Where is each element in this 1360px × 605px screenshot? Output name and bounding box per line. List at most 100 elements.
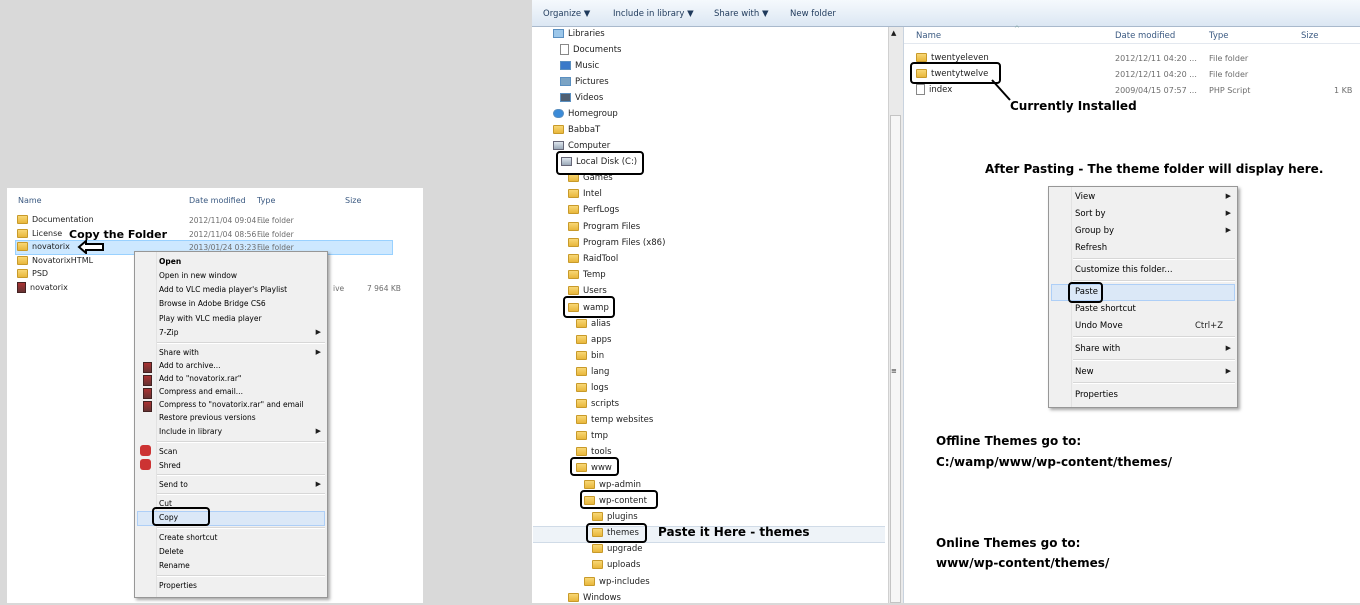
menu-customize-folder[interactable]: Customize this folder... xyxy=(1075,265,1173,275)
folder-icon xyxy=(592,544,603,553)
menu-add-rar[interactable]: Add to "novatorix.rar" xyxy=(159,374,241,383)
folder-icon xyxy=(916,53,927,62)
nav-folder-lang[interactable]: lang xyxy=(576,365,609,379)
antivirus-shred-icon xyxy=(140,459,151,470)
share-with-button[interactable]: Share with ▼ xyxy=(714,9,769,19)
wp-content-highlight-box xyxy=(580,490,658,509)
user-folder-icon xyxy=(553,125,564,134)
nav-folder-apps[interactable]: apps xyxy=(576,333,611,347)
menu-share-with[interactable]: Share with xyxy=(159,348,199,357)
menu-open[interactable]: Open xyxy=(159,257,181,266)
sort-arrow-icon: ^ xyxy=(1014,25,1020,33)
nav-user-babbat[interactable]: BabbaT xyxy=(553,123,600,137)
nav-folder-raidtool[interactable]: RaidTool xyxy=(568,252,618,266)
submenu-arrow-icon: ▶ xyxy=(315,427,321,435)
nav-pictures[interactable]: Pictures xyxy=(560,75,609,89)
menu-vlc-playlist[interactable]: Add to VLC media player's Playlist xyxy=(159,285,287,294)
wamp-highlight-box xyxy=(563,296,615,318)
nav-folder-alias[interactable]: alias xyxy=(576,317,611,331)
nav-libraries[interactable]: Libraries xyxy=(553,27,605,41)
folder-icon xyxy=(576,415,587,424)
column-size[interactable]: Size xyxy=(345,196,361,205)
menu-create-shortcut[interactable]: Create shortcut xyxy=(159,533,217,542)
folder-icon xyxy=(568,270,579,279)
menu-send-to[interactable]: Send to xyxy=(159,480,188,489)
nav-folder-temp-websites[interactable]: temp websites xyxy=(576,413,653,427)
nav-folder-uploads[interactable]: uploads xyxy=(592,558,640,572)
menu-rename[interactable]: Rename xyxy=(159,561,190,570)
menu-compress-rar-email[interactable]: Compress to "novatorix.rar" and email xyxy=(159,400,304,409)
nav-folder-upgrade[interactable]: upgrade xyxy=(592,542,643,556)
list-item[interactable]: License xyxy=(17,228,62,240)
menu-delete[interactable]: Delete xyxy=(159,547,184,556)
list-item-selected[interactable]: novatorix xyxy=(17,241,70,253)
menu-7zip[interactable]: 7-Zip xyxy=(159,328,178,337)
menu-share-with[interactable]: Share with xyxy=(1075,344,1120,354)
submenu-arrow-icon: ▶ xyxy=(1225,367,1231,375)
column-date[interactable]: Date modified xyxy=(1115,31,1175,41)
nav-videos[interactable]: Videos xyxy=(560,91,603,105)
nav-folder-intel[interactable]: Intel xyxy=(568,187,602,201)
nav-folder-wp-includes[interactable]: wp-includes xyxy=(584,575,650,589)
nav-folder-scripts[interactable]: scripts xyxy=(576,397,619,411)
menu-new[interactable]: New xyxy=(1075,367,1094,377)
menu-properties[interactable]: Properties xyxy=(159,581,197,590)
menu-restore-versions[interactable]: Restore previous versions xyxy=(159,413,256,422)
new-folder-button[interactable]: New folder xyxy=(790,9,836,19)
list-item[interactable]: NovatorixHTML xyxy=(17,255,93,267)
file-row[interactable]: index xyxy=(916,83,952,97)
column-name[interactable]: Name xyxy=(916,31,941,41)
menu-open-new-window[interactable]: Open in new window xyxy=(159,271,237,280)
include-library-button[interactable]: Include in library ▼ xyxy=(613,9,694,19)
column-size[interactable]: Size xyxy=(1301,31,1318,41)
menu-scan[interactable]: Scan xyxy=(159,447,177,456)
nav-folder-logs[interactable]: logs xyxy=(576,381,608,395)
menu-undo-move[interactable]: Undo Move xyxy=(1075,321,1123,331)
menu-add-archive[interactable]: Add to archive... xyxy=(159,361,221,370)
annotation-currently-installed: Currently Installed xyxy=(1010,99,1137,113)
folder-icon xyxy=(17,269,28,278)
menu-view[interactable]: View xyxy=(1075,192,1095,202)
nav-folder-tmp[interactable]: tmp xyxy=(576,429,608,443)
column-type[interactable]: Type xyxy=(257,196,275,205)
folder-icon xyxy=(568,205,579,214)
menu-include-library[interactable]: Include in library xyxy=(159,427,222,436)
nav-homegroup[interactable]: Homegroup xyxy=(553,107,618,121)
menu-sort-by[interactable]: Sort by xyxy=(1075,209,1106,219)
nav-documents[interactable]: Documents xyxy=(560,43,621,57)
nav-folder-temp[interactable]: Temp xyxy=(568,268,606,282)
folder-icon xyxy=(568,286,579,295)
submenu-arrow-icon: ▶ xyxy=(1225,226,1231,234)
annotation-online-title: Online Themes go to: xyxy=(936,536,1081,550)
rar-archive-icon xyxy=(17,282,26,293)
menu-refresh[interactable]: Refresh xyxy=(1075,243,1107,253)
list-item[interactable]: Documentation xyxy=(17,214,94,226)
nav-folder-program-files[interactable]: Program Files xyxy=(568,220,640,234)
music-icon xyxy=(560,61,571,70)
nav-music[interactable]: Music xyxy=(560,59,599,73)
column-date[interactable]: Date modified xyxy=(189,196,246,205)
menu-shred[interactable]: Shred xyxy=(159,461,181,470)
list-item[interactable]: novatorix xyxy=(17,282,68,294)
nav-folder-plugins[interactable]: plugins xyxy=(592,510,638,524)
column-type[interactable]: Type xyxy=(1209,31,1229,41)
scrollbar-thumb[interactable] xyxy=(890,115,901,603)
folder-icon xyxy=(576,335,587,344)
pictures-icon xyxy=(560,77,571,86)
menu-vlc-play[interactable]: Play with VLC media player xyxy=(159,314,262,323)
column-name[interactable]: Name xyxy=(18,196,42,205)
annotation-after-pasting: After Pasting - The theme folder will di… xyxy=(985,162,1324,176)
nav-folder-bin[interactable]: bin xyxy=(576,349,604,363)
menu-group-by[interactable]: Group by xyxy=(1075,226,1114,236)
menu-properties[interactable]: Properties xyxy=(1075,390,1118,400)
list-item[interactable]: PSD xyxy=(17,268,48,280)
organize-button[interactable]: Organize ▼ xyxy=(543,9,590,19)
nav-scrollbar[interactable]: ▲ ≡ xyxy=(888,27,903,603)
nav-folder-perflogs[interactable]: PerfLogs xyxy=(568,203,619,217)
menu-adobe-bridge[interactable]: Browse in Adobe Bridge CS6 xyxy=(159,299,266,308)
computer-icon xyxy=(553,141,564,150)
nav-folder-program-files-x86[interactable]: Program Files (x86) xyxy=(568,236,665,250)
menu-paste-shortcut[interactable]: Paste shortcut xyxy=(1075,304,1136,314)
scroll-up-icon[interactable]: ▲ xyxy=(891,29,896,37)
menu-compress-email[interactable]: Compress and email... xyxy=(159,387,243,396)
